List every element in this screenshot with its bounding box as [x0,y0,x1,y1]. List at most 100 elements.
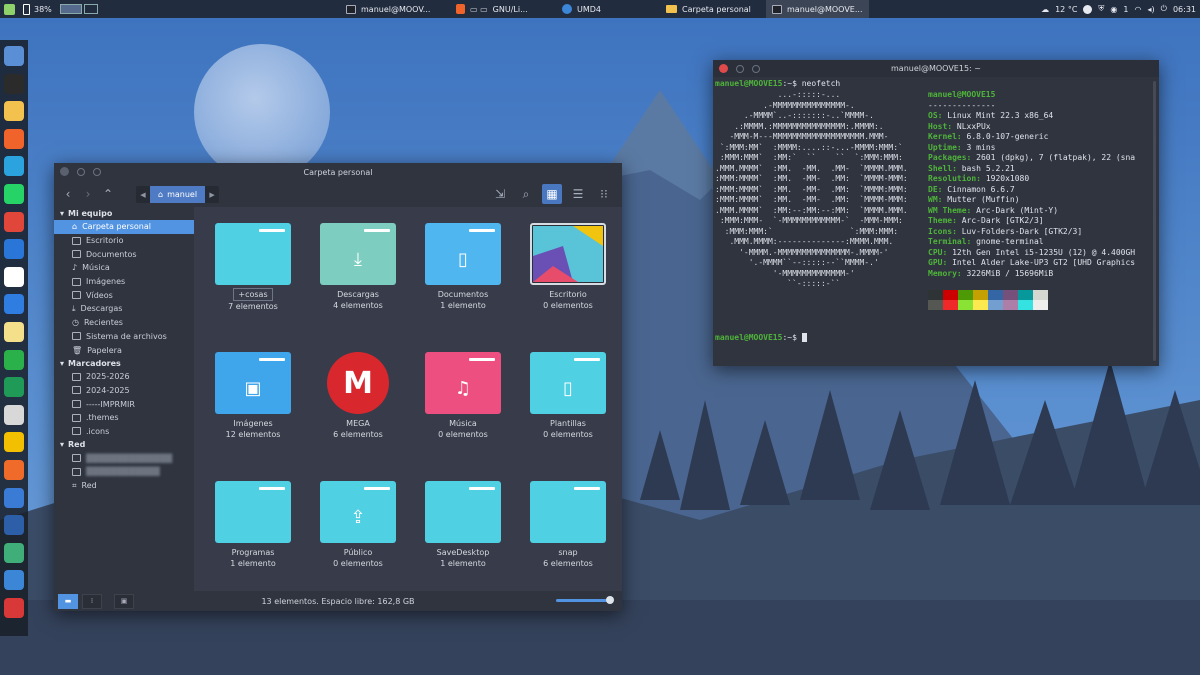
mega-tray-icon[interactable] [1083,4,1093,14]
list-view-icon[interactable]: ☰ [568,184,588,204]
breadcrumb-right-icon[interactable]: ▶ [205,186,219,203]
terminal-output[interactable]: manuel@MOOVE15:~$ neofetch ...-:::::-...… [713,77,1159,366]
weather-icon[interactable]: ☁ [1041,5,1049,14]
mail-icon[interactable] [4,404,24,425]
taskbar-item-brave[interactable]: ▭ ▭ GNU/Li... [450,0,534,18]
taskbar-item-terminal-1[interactable]: manuel@MOOV... [340,0,436,18]
back-arrow-icon[interactable]: ‹ [58,184,78,204]
update-shield-icon[interactable]: ⛨ [1098,4,1104,14]
wifi-icon[interactable]: ◠ [1134,5,1141,14]
sidebar-item-musica[interactable]: ♪ Música [54,261,194,275]
firewall-icon[interactable] [4,598,24,618]
sidebar-item-recientes[interactable]: ◷ Recientes [54,316,194,330]
compact-view-icon[interactable]: ⁝⁝ [594,184,614,204]
folder-item[interactable]: M MEGA 6 elementos [312,352,404,440]
power-icon[interactable]: ⏻ [1161,4,1167,14]
calc-icon[interactable] [4,349,24,370]
sidebar-item-red[interactable]: ⌗ Red [54,479,194,493]
sidebar-bookmark[interactable]: .themes [54,411,194,425]
folder-item[interactable]: ⇪ Público 0 elementos [312,481,404,569]
battery-indicator[interactable]: 38% [19,0,56,18]
folder-item[interactable]: ♫ Música 0 elementos [417,352,509,440]
menu-button[interactable] [0,0,19,18]
up-arrow-icon[interactable]: ⌃ [98,184,118,204]
image-viewer-icon[interactable] [4,542,24,563]
sidebar-item-escritorio[interactable]: Escritorio [54,234,194,248]
screen-icon[interactable] [4,46,24,66]
sidebar-account-redacted[interactable]: ██████████████ [54,451,194,465]
sidebar-item-imagenes[interactable]: Imágenes [54,275,194,289]
writer-icon[interactable] [4,294,24,315]
chrome-icon[interactable] [4,211,24,232]
terminal-icon[interactable] [4,73,24,94]
sidebar-item-sistema-archivos[interactable]: Sistema de archivos [54,330,194,344]
sidebar-bookmark[interactable]: 2025-2026 [54,370,194,384]
notifications-count[interactable]: 1 [1123,5,1128,14]
files-icon[interactable] [4,101,24,122]
globe-icon[interactable] [4,570,24,591]
book-icon[interactable] [4,377,24,398]
minimize-button[interactable] [736,64,744,73]
user-icon[interactable]: ◉ [1110,5,1117,14]
minimize-button[interactable] [77,167,85,176]
thunderbird-icon[interactable] [4,239,24,260]
sidebar-item-descargas[interactable]: ⤓ Descargas [54,302,194,316]
taskbar-item-files[interactable]: Carpeta personal [660,0,757,18]
sidebar-section-red[interactable]: ▾ Red [54,438,194,451]
path-toggle-icon[interactable]: ⇲ [490,184,510,204]
scrollbar[interactable] [1153,81,1156,361]
search-icon[interactable]: ⌕ [516,184,536,204]
workspace-1[interactable] [59,4,82,14]
yellow-app-icon[interactable] [4,432,24,453]
forward-arrow-icon[interactable]: › [78,184,98,204]
folder-item[interactable]: ▯ Documentos 1 elemento [417,223,509,311]
sidebar-bookmark[interactable]: .icons [54,425,194,439]
taskbar-item-terminal-2[interactable]: manuel@MOOVE... [766,0,869,18]
sidebar-item-videos[interactable]: Vídeos [54,288,194,302]
notes-icon[interactable] [4,322,24,342]
places-toggle-icon[interactable]: ▬ [58,593,78,609]
hide-sidebar-icon[interactable]: ▣ [114,593,134,609]
disk-icon[interactable] [4,487,24,508]
zoom-slider[interactable] [556,596,614,604]
clock[interactable]: 06:31 [1173,5,1196,14]
tree-toggle-icon[interactable]: ⁞ [82,593,102,609]
folder-item[interactable]: ▯ Plantillas 0 elementos [522,352,614,440]
shield-icon[interactable] [4,515,24,536]
close-button[interactable] [719,64,728,73]
calendar-icon[interactable] [4,266,24,287]
brave-icon[interactable] [4,128,24,149]
folder-item[interactable]: Programas 1 elemento [207,481,299,569]
maximize-button[interactable] [93,167,101,176]
folder-item[interactable]: ▣ Imágenes 12 elementos [207,352,299,440]
sidebar-bookmark[interactable]: 2024-2025 [54,384,194,398]
window-titlebar[interactable]: Carpeta personal [54,163,622,181]
telegram-icon[interactable] [4,156,24,177]
folder-item[interactable]: snap 6 elementos [522,481,614,569]
whatsapp-icon[interactable] [4,184,24,204]
workspace-switcher[interactable] [56,0,102,18]
grid-view-icon[interactable]: ▦ [542,184,562,204]
breadcrumb-left-icon[interactable]: ◀ [136,186,150,203]
folder-item[interactable]: SaveDesktop 1 elemento [417,481,509,569]
folder-item[interactable]: +cosas 7 elementos [207,223,299,312]
taskbar-item-umd4[interactable]: UMD4 [556,0,607,18]
appstore-icon[interactable] [4,460,24,480]
sidebar-section-mi-equipo[interactable]: ▾ Mi equipo [54,207,194,220]
volume-icon[interactable]: ◂) [1147,5,1154,14]
folder-item[interactable]: Escritorio 0 elementos [522,223,614,311]
folder-item[interactable]: ⤓ Descargas 4 elementos [312,223,404,311]
sidebar-item-papelera[interactable]: 🗑 Papelera [54,343,194,357]
sidebar-account-redacted[interactable]: ████████████ [54,465,194,479]
sidebar-bookmark[interactable]: -----IMPRMIR [54,397,194,411]
temperature[interactable]: 12 °C [1055,5,1077,14]
sidebar-section-marcadores[interactable]: ▾ Marcadores [54,357,194,370]
sidebar-item-carpeta-personal[interactable]: ⌂ Carpeta personal [54,220,194,234]
folder-name: Plantillas [550,419,586,428]
close-button[interactable] [60,167,69,176]
sidebar-item-documentos[interactable]: Documentos [54,247,194,261]
maximize-button[interactable] [752,64,760,73]
workspace-2[interactable] [83,4,98,14]
window-titlebar[interactable]: manuel@MOOVE15: ~ [713,60,1159,77]
breadcrumb-home[interactable]: ⌂ manuel [150,186,206,203]
